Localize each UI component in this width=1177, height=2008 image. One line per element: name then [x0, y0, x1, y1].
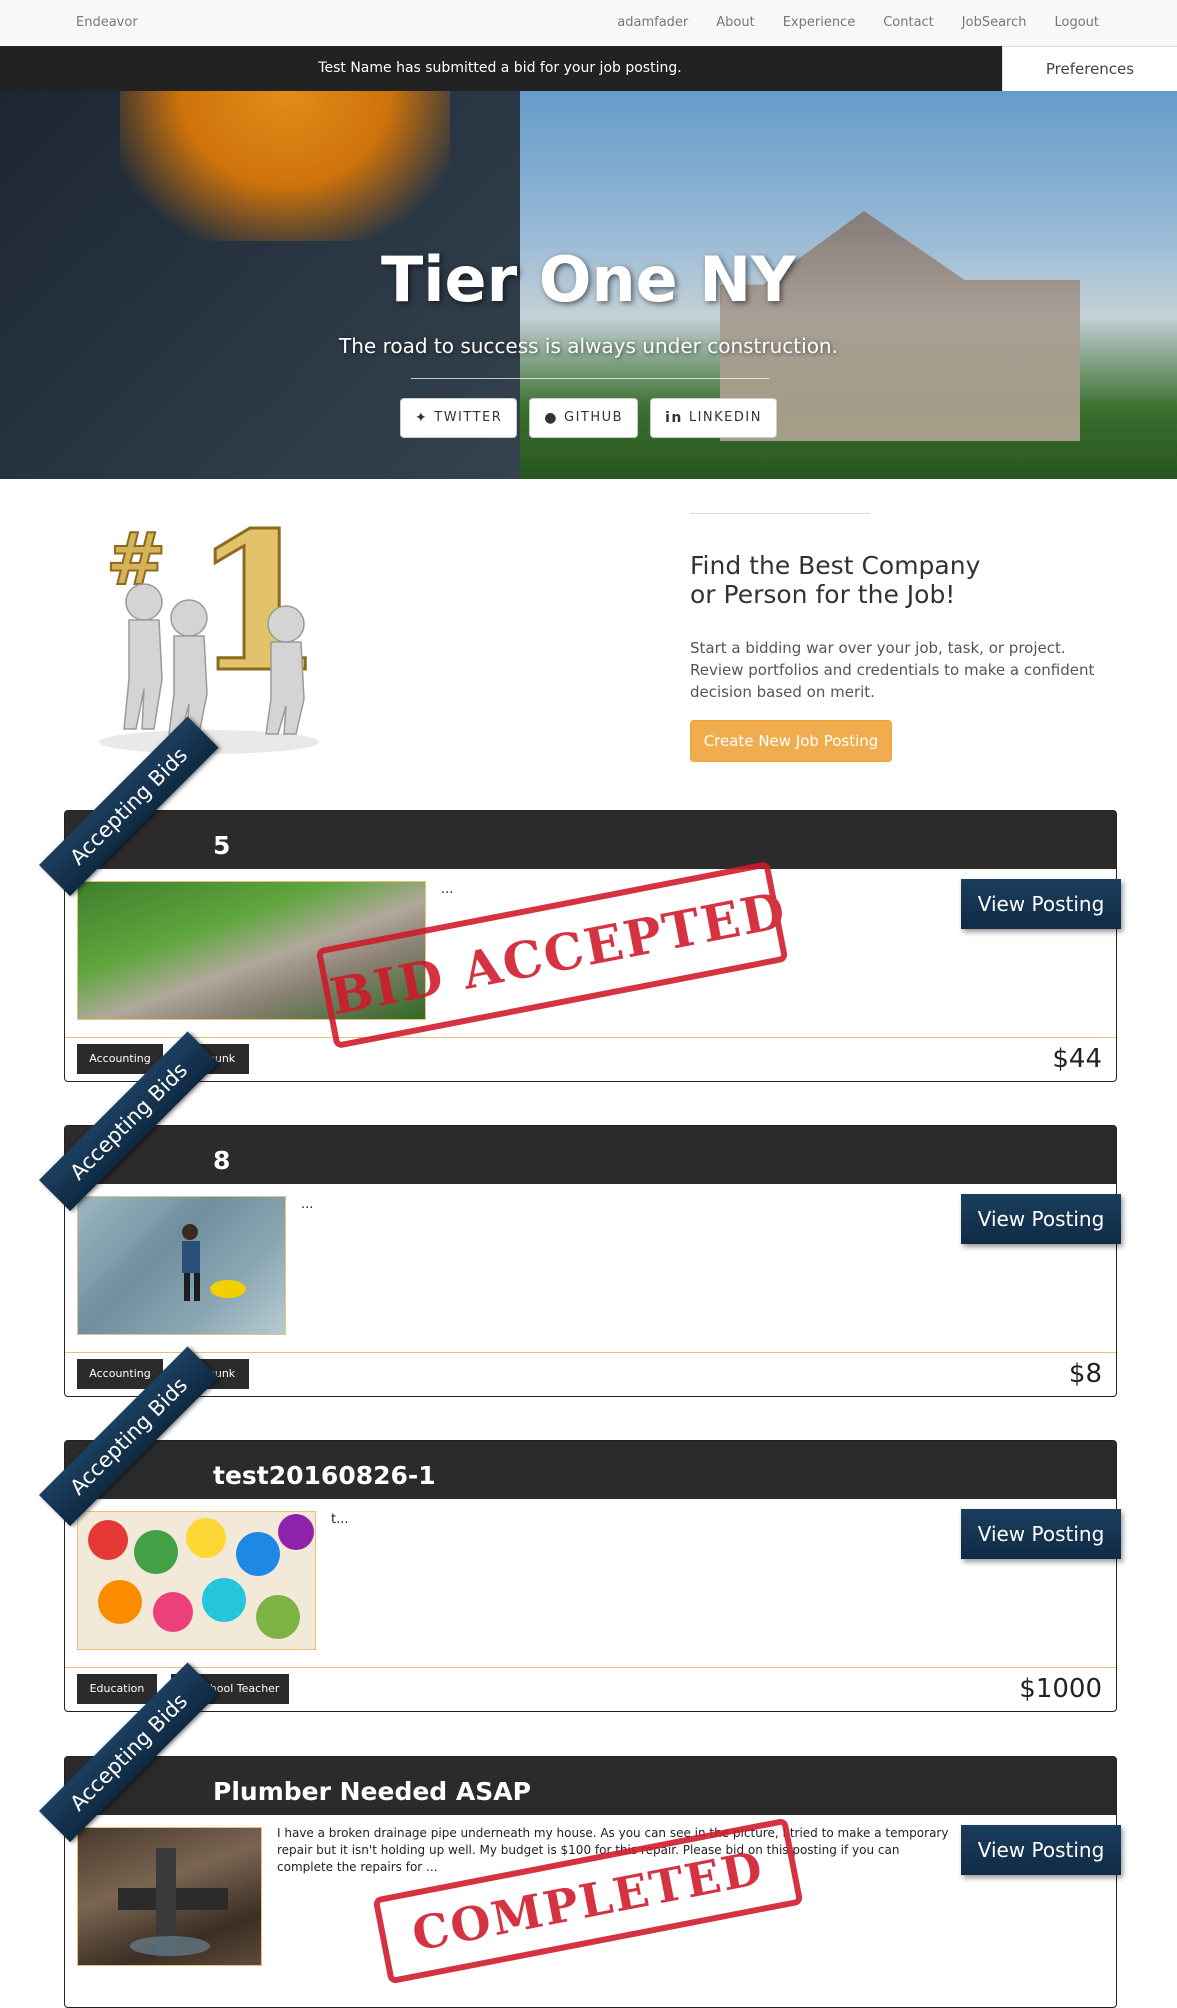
posting-card: 5 ... View Posting Accounting art punk $…: [39, 716, 1121, 1082]
posting-title[interactable]: 8: [213, 1146, 230, 1175]
floor-cleaning-image[interactable]: [77, 1196, 286, 1335]
svg-text:1: 1: [192, 494, 324, 714]
posting-header: 5: [65, 811, 1116, 869]
nav-link-about[interactable]: About: [716, 15, 754, 30]
posting-header: Plumber Needed ASAP: [65, 1757, 1116, 1815]
number-one-trophy-icon: # 1: [74, 490, 344, 764]
intro-divider: [690, 513, 870, 514]
nav-link-logout[interactable]: Logout: [1054, 15, 1099, 30]
posting-price: $1000: [1019, 1674, 1102, 1704]
posting-header: 8: [65, 1126, 1116, 1184]
nav-link-contact[interactable]: Contact: [883, 15, 934, 30]
github-icon: ●: [544, 410, 559, 426]
broken-pipe-image[interactable]: [77, 1827, 262, 1966]
social-buttons: ✦ TWITTER ● GITHUB in LINKEDIN: [0, 398, 1177, 438]
hero-banner: Tier One NY The road to success is alway…: [0, 91, 1177, 479]
hero-divider: [411, 378, 769, 379]
preferences-tab[interactable]: Preferences: [1002, 46, 1177, 92]
posting-footer: Education Preschool Teacher $1000: [65, 1667, 1116, 1712]
posting-card: 8 ... View Posting Accounting art punk $…: [39, 1031, 1121, 1397]
linkedin-icon: in: [665, 410, 683, 426]
nav-link-experience[interactable]: Experience: [783, 15, 856, 30]
posting-title[interactable]: Plumber Needed ASAP: [213, 1777, 531, 1806]
view-posting-button[interactable]: View Posting: [961, 1509, 1121, 1559]
nav-link-username[interactable]: adamfader: [617, 15, 688, 30]
posting-footer: Accounting art punk $44: [65, 1037, 1116, 1082]
category-tag[interactable]: Education: [77, 1674, 157, 1704]
posting-card: Plumber Needed ASAP I have a broken drai…: [39, 1662, 1121, 2008]
linkedin-button[interactable]: in LINKEDIN: [650, 398, 777, 438]
view-posting-button[interactable]: View Posting: [961, 1825, 1121, 1875]
intro-heading: Find the Best Company or Person for the …: [690, 551, 981, 609]
nav-links: adamfader About Experience Contact JobSe…: [617, 15, 1099, 30]
posting-header: test20160826-1: [65, 1441, 1116, 1499]
hero-subtitle: The road to success is always under cons…: [339, 334, 838, 358]
twitter-icon: ✦: [415, 410, 429, 426]
posting-title[interactable]: 5: [213, 831, 230, 860]
colorful-letters-image[interactable]: [77, 1511, 316, 1650]
brand-link[interactable]: Endeavor: [76, 15, 138, 30]
nav-link-jobsearch[interactable]: JobSearch: [962, 15, 1027, 30]
posting-description: ...: [441, 882, 454, 897]
create-posting-button[interactable]: Create New Job Posting: [690, 720, 892, 762]
notification-text[interactable]: Test Name has submitted a bid for your j…: [0, 60, 1000, 76]
posting-price: $44: [1052, 1044, 1102, 1074]
posting-description: t...: [331, 1512, 349, 1527]
notification-bar: Test Name has submitted a bid for your j…: [0, 46, 1177, 91]
intro-text: Start a bidding war over your job, task,…: [690, 639, 1095, 701]
view-posting-button[interactable]: View Posting: [961, 879, 1121, 929]
posting-price: $8: [1068, 1359, 1102, 1389]
view-posting-button[interactable]: View Posting: [961, 1194, 1121, 1244]
posting-footer: Accounting art punk $8: [65, 1352, 1116, 1397]
twitter-button[interactable]: ✦ TWITTER: [400, 398, 518, 438]
posting-card: test20160826-1 t... View Posting Educati…: [39, 1346, 1121, 1712]
posting-description: ...: [301, 1197, 314, 1212]
top-navbar: Endeavor adamfader About Experience Cont…: [0, 0, 1177, 47]
github-button[interactable]: ● GITHUB: [529, 398, 639, 438]
posting-title[interactable]: test20160826-1: [213, 1461, 436, 1490]
hero-title: Tier One NY: [380, 243, 797, 316]
